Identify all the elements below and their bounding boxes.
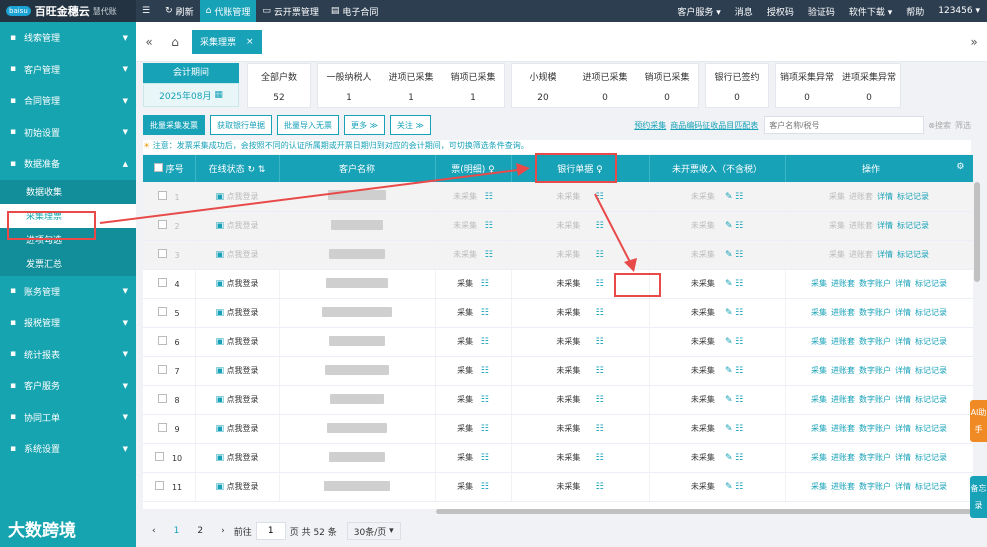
annotation-arrows bbox=[99, 163, 637, 272]
annotation-arrow bbox=[594, 193, 631, 263]
arrow-head bbox=[516, 163, 530, 176]
arrow-head bbox=[624, 258, 637, 272]
annotation-arrow bbox=[99, 169, 519, 224]
